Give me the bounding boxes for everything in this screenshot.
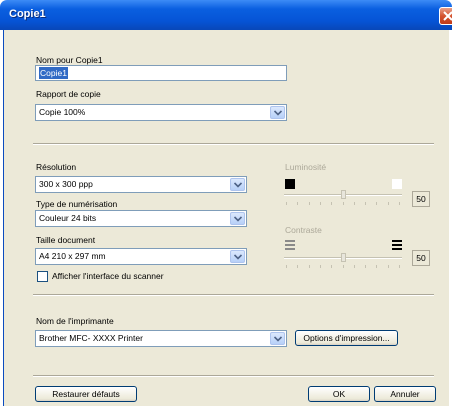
contrast-label: Contraste xyxy=(285,225,322,235)
window-title: Copie1 xyxy=(9,8,46,20)
resolution-value: 300 x 300 ppp xyxy=(39,179,93,189)
scanner-ui-label: Afficher l'interface du scanner xyxy=(52,271,164,281)
slider-tick xyxy=(297,265,298,268)
slider-tick xyxy=(309,202,310,205)
slider-ticks xyxy=(284,202,402,205)
slider-tick xyxy=(331,265,332,268)
scan-type-select[interactable]: Couleur 24 bits xyxy=(35,210,247,227)
slider-tick xyxy=(376,202,377,205)
copy-ratio-value: Copie 100% xyxy=(39,107,86,117)
name-input[interactable]: Copie1 xyxy=(35,65,287,81)
copy-ratio-label: Rapport de copie xyxy=(36,89,101,99)
scan-type-label: Type de numérisation xyxy=(36,199,118,209)
close-button[interactable] xyxy=(439,7,452,25)
copy-ratio-select[interactable]: Copie 100% xyxy=(35,104,287,121)
chevron-down-icon[interactable] xyxy=(230,250,245,263)
slider-tick xyxy=(297,202,298,205)
separator-bottom xyxy=(33,375,434,377)
printer-value: Brother MFC- XXXX Printer xyxy=(39,333,143,343)
light-swatch-icon xyxy=(392,179,402,189)
contrast-value: 50 xyxy=(412,250,430,266)
cancel-button[interactable]: Annuler xyxy=(374,386,436,402)
slider-tick xyxy=(365,265,366,268)
name-input-value: Copie1 xyxy=(39,67,68,79)
print-options-button[interactable]: Options d'impression... xyxy=(295,330,398,346)
slider-tick xyxy=(365,202,366,205)
slider-tick xyxy=(320,265,321,268)
slider-tick xyxy=(399,265,400,268)
chevron-down-icon[interactable] xyxy=(270,332,285,345)
doc-size-label: Taille document xyxy=(36,235,96,245)
slider-tick xyxy=(309,265,310,268)
slider-tick xyxy=(388,265,389,268)
copy-settings-dialog: Copie1 Nom pour Copie1 Copie1 Rapport de… xyxy=(0,0,452,406)
separator-top xyxy=(33,143,434,145)
slider-tick xyxy=(343,265,344,268)
chevron-down-icon[interactable] xyxy=(270,106,285,119)
doc-size-select[interactable]: A4 210 x 297 mm xyxy=(35,248,247,265)
slider-tick xyxy=(331,202,332,205)
chevron-down-icon[interactable] xyxy=(230,212,245,225)
slider-thumb[interactable] xyxy=(341,253,346,262)
slider-tick xyxy=(343,202,344,205)
doc-size-value: A4 210 x 297 mm xyxy=(39,251,106,261)
slider-thumb[interactable] xyxy=(341,190,346,199)
restore-defaults-button[interactable]: Restaurer défauts xyxy=(35,386,137,402)
brightness-value: 50 xyxy=(412,191,430,207)
slider-ticks xyxy=(284,265,402,268)
resolution-label: Résolution xyxy=(36,162,77,172)
scanner-ui-checkbox[interactable] xyxy=(37,271,48,282)
slider-tick xyxy=(286,265,287,268)
low-contrast-icon xyxy=(285,240,295,250)
slider-tick xyxy=(286,202,287,205)
title-bar[interactable]: Copie1 xyxy=(0,0,452,30)
slider-tick xyxy=(354,265,355,268)
printer-label: Nom de l'imprimante xyxy=(36,316,114,326)
chevron-down-icon[interactable] xyxy=(230,178,245,191)
separator-middle xyxy=(33,294,434,296)
high-contrast-icon xyxy=(392,240,402,250)
slider-tick xyxy=(320,202,321,205)
resolution-select[interactable]: 300 x 300 ppp xyxy=(35,176,247,193)
ok-button[interactable]: OK xyxy=(308,386,370,402)
brightness-label: Luminosité xyxy=(285,162,327,172)
contrast-slider[interactable] xyxy=(284,253,402,269)
scan-type-value: Couleur 24 bits xyxy=(39,213,97,223)
close-icon xyxy=(443,11,452,21)
dark-swatch-icon xyxy=(285,179,295,189)
slider-tick xyxy=(376,265,377,268)
slider-tick xyxy=(399,202,400,205)
name-label: Nom pour Copie1 xyxy=(36,55,103,65)
dialog-body: Nom pour Copie1 Copie1 Rapport de copie … xyxy=(3,30,449,406)
brightness-slider[interactable] xyxy=(284,190,402,206)
slider-tick xyxy=(388,202,389,205)
printer-select[interactable]: Brother MFC- XXXX Printer xyxy=(35,330,287,347)
slider-tick xyxy=(354,202,355,205)
